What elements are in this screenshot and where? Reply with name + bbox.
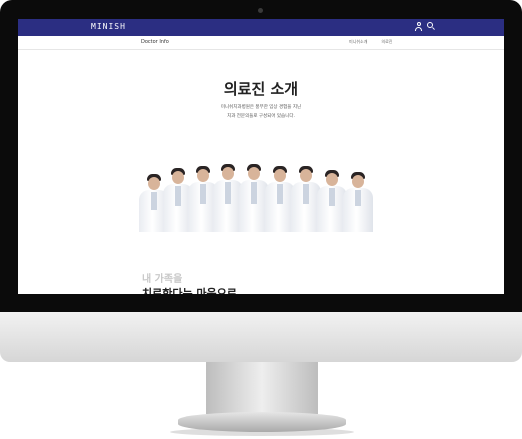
site-logo[interactable]: MINISH	[91, 22, 126, 31]
monitor-chin	[0, 312, 522, 362]
search-icon[interactable]	[427, 22, 436, 31]
sub-nav-title: Doctor Info	[141, 39, 169, 45]
monitor-stand-base	[178, 412, 346, 432]
page-description: 미니쉬치과병원은 풍부한 임상 경험을 지닌 치과 전문의들로 구성되어 있습니…	[18, 103, 504, 121]
webcam	[258, 8, 263, 13]
monitor-stand-neck	[206, 362, 318, 414]
doctor-figure	[343, 172, 373, 232]
top-navbar: MINISH	[18, 19, 504, 36]
user-icon[interactable]	[414, 22, 423, 31]
description-line: 미니쉬치과병원은 풍부한 임상 경험을 지닌	[220, 105, 302, 110]
navbar-icons	[414, 22, 436, 31]
doctors-group-photo	[139, 160, 383, 232]
screen: MINISH Doctor Info 미니쉬소개 의료진 의료진 소개 미니쉬치…	[18, 19, 504, 294]
sub-nav-link-doctors[interactable]: 의료진	[381, 39, 392, 45]
description-line: 치과 전문의들로 구성되어 있습니다.	[227, 114, 295, 119]
sub-navigation: Doctor Info 미니쉬소개 의료진	[18, 36, 504, 50]
sub-nav-links: 미니쉬소개 의료진	[349, 39, 392, 45]
monitor-bezel: MINISH Doctor Info 미니쉬소개 의료진 의료진 소개 미니쉬치…	[0, 0, 522, 312]
tagline-line-2: 치료한다는 마음으로	[142, 287, 237, 294]
tagline-line-1: 내 가족을	[142, 274, 183, 285]
page-title: 의료진 소개	[223, 80, 299, 98]
sub-nav-link-about[interactable]: 미니쉬소개	[349, 39, 367, 45]
